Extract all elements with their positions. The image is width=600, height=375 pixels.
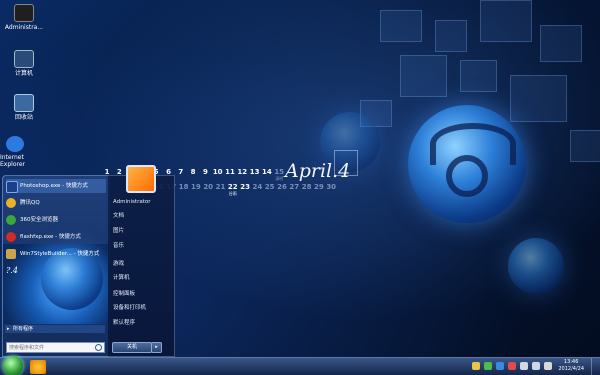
- small-bull-right-graphic: [508, 238, 564, 294]
- clock-time: 13:46: [563, 359, 579, 365]
- network-icon[interactable]: [520, 362, 528, 370]
- start-menu-place-item[interactable]: 计算机: [113, 273, 130, 281]
- user-avatar[interactable]: [126, 165, 156, 193]
- desktop-icon-label: 计算机: [14, 70, 33, 77]
- calendar-date-label: April.4: [285, 160, 351, 182]
- volume-icon[interactable]: [532, 362, 540, 370]
- photoshop-icon: [6, 181, 18, 193]
- taskbar-clock[interactable]: 13:46 2012/4/24: [558, 359, 584, 373]
- taskbar-app-button-1[interactable]: [30, 360, 46, 374]
- calendar-day[interactable]: 30: [324, 183, 338, 191]
- recycle-bin-icon: [14, 94, 34, 112]
- computer-icon: [14, 50, 34, 68]
- taskbar: 13:46 2012/4/24: [0, 356, 600, 375]
- start-menu-place-item[interactable]: 音乐: [113, 241, 124, 249]
- desktop-icon-recycle-bin[interactable]: 回收站: [2, 94, 46, 121]
- desktop-icon-label: Administra...: [4, 24, 44, 31]
- qq-icon: [6, 198, 16, 208]
- tray-icon-1[interactable]: [472, 362, 480, 370]
- desktop-icon-internet-explorer[interactable]: Internet Explorer: [0, 136, 30, 168]
- desktop-icon-administrator[interactable]: Administra...: [2, 4, 46, 31]
- tray-icon-3[interactable]: [496, 362, 504, 370]
- tray-icon-4[interactable]: [508, 362, 516, 370]
- desktop: Administra... 计算机 回收站 Internet Explorer …: [0, 0, 600, 375]
- start-menu-places-pane: 关机 ▸ Administrator 文档图片音乐游戏计算机控制面板设备和打印机默…: [108, 175, 175, 357]
- shutdown-options-button[interactable]: ▸: [151, 342, 162, 353]
- start-menu: Photoshop.exe - 快捷方式 腾讯QQ 360安全浏览器 flash…: [2, 165, 175, 357]
- taurus-emblem-graphic: [408, 105, 526, 223]
- start-menu-place-item[interactable]: 图片: [113, 226, 124, 234]
- search-icon: [95, 344, 102, 351]
- clock-date: 2012/4/24: [558, 366, 584, 372]
- start-menu-programs-pane: Photoshop.exe - 快捷方式 腾讯QQ 360安全浏览器 flash…: [2, 175, 110, 357]
- start-menu-place-item[interactable]: Administrator: [113, 199, 151, 205]
- arrow-right-icon: ▸: [7, 326, 10, 332]
- pin-label: ?.4: [6, 266, 18, 275]
- desktop-icon-label: 回收站: [14, 114, 33, 121]
- stylebuilder-icon: [6, 249, 16, 259]
- program-item-win7stylebuilder[interactable]: Win7StyleBuilder... - 快捷方式: [6, 247, 106, 261]
- program-item-qq[interactable]: 腾讯QQ: [6, 196, 106, 210]
- search-input[interactable]: [9, 343, 93, 352]
- start-search-box[interactable]: [6, 342, 105, 353]
- tray-icon-2[interactable]: [484, 362, 492, 370]
- start-menu-place-item[interactable]: 控制面板: [113, 289, 135, 297]
- show-desktop-button[interactable]: [591, 358, 600, 375]
- start-menu-place-item[interactable]: 设备和打印机: [113, 303, 146, 311]
- program-item-360-browser[interactable]: 360安全浏览器: [6, 213, 106, 227]
- start-orb-button[interactable]: [3, 356, 23, 375]
- program-item-photoshop[interactable]: Photoshop.exe - 快捷方式: [6, 179, 106, 193]
- all-programs-button[interactable]: ▸ 所有程序: [5, 325, 105, 333]
- shutdown-button[interactable]: 关机: [112, 342, 152, 353]
- start-menu-place-item[interactable]: 默认程序: [113, 318, 135, 326]
- start-menu-place-item[interactable]: 文档: [113, 211, 124, 219]
- start-menu-place-item[interactable]: 游戏: [113, 259, 124, 267]
- user-folder-icon: [14, 4, 34, 22]
- program-item-flashfxp[interactable]: flashfxp.exe - 快捷方式: [6, 230, 106, 244]
- flag-icon[interactable]: [544, 362, 552, 370]
- browser-360-icon: [6, 215, 16, 225]
- desktop-icon-computer[interactable]: 计算机: [2, 50, 46, 77]
- flashfxp-icon: [6, 232, 16, 242]
- desktop-icon-label: Internet Explorer: [0, 154, 25, 168]
- ie-icon: [6, 136, 24, 152]
